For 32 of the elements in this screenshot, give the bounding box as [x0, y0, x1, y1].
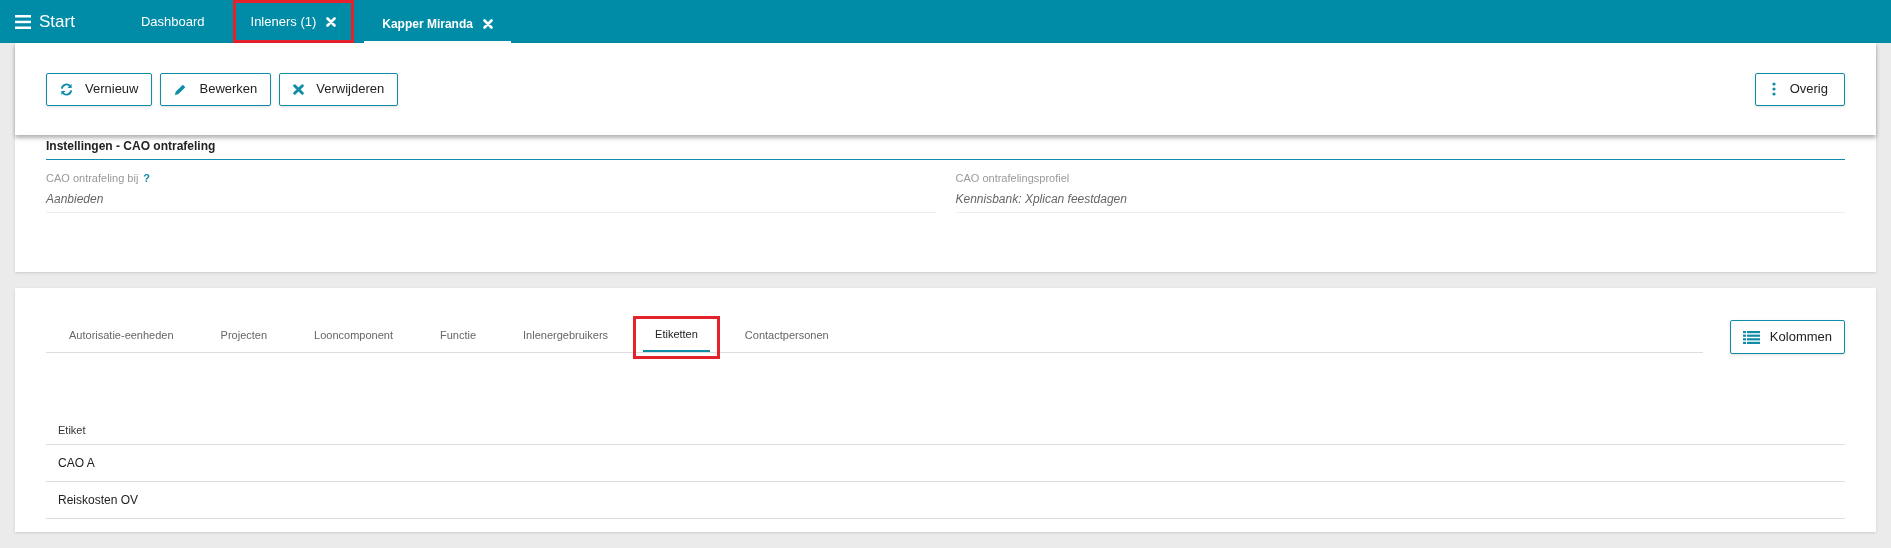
columns-button[interactable]: Kolommen	[1729, 320, 1845, 354]
detail-tab[interactable]: Inlenergebruikers	[511, 319, 621, 352]
close-icon[interactable]	[326, 16, 337, 27]
header-tab[interactable]: Dashboard	[122, 0, 223, 43]
detail-tab[interactable]: Contactpersonen	[732, 319, 841, 352]
section-title: Instellingen - CAO ontrafeling	[46, 135, 1845, 160]
detail-tab[interactable]: Etiketten	[643, 319, 710, 352]
close-icon[interactable]	[482, 19, 493, 29]
detail-tab[interactable]: Functie	[427, 319, 489, 352]
header-tab[interactable]: Inleners (1)	[232, 0, 355, 43]
toolbar-button[interactable]: Vernieuw	[46, 72, 153, 106]
field-value: Kennisbank: Xplican feestdagen	[955, 190, 1128, 208]
start-menu-button[interactable]: Start	[15, 8, 75, 35]
field-label: CAO ontrafeling bij	[46, 171, 139, 186]
field-value: Aanbieden	[46, 190, 105, 208]
toolbar-button[interactable]: Bewerken	[160, 72, 272, 106]
list-icon	[1742, 330, 1760, 344]
column-header: Etiket	[58, 423, 86, 439]
refresh-icon	[60, 82, 73, 96]
menu-icon	[15, 14, 31, 29]
help-link[interactable]: ?	[143, 170, 151, 187]
table-cell-text: Reiskosten OV	[58, 492, 139, 509]
detail-tab[interactable]: Looncomponent	[302, 319, 405, 352]
toolbar-button[interactable]: Verwijderen	[279, 72, 399, 106]
more-icon	[1771, 82, 1776, 96]
detail-tab[interactable]: Projecten	[208, 319, 280, 352]
more-button[interactable]: Overig	[1754, 72, 1845, 106]
detail-tab[interactable]: Autorisatie-eenheden	[57, 319, 186, 352]
pencil-icon	[174, 82, 188, 96]
field-label: CAO ontrafelingsprofiel	[955, 171, 1070, 186]
table-cell-text: CAO A	[58, 455, 95, 472]
close-icon	[293, 83, 305, 95]
